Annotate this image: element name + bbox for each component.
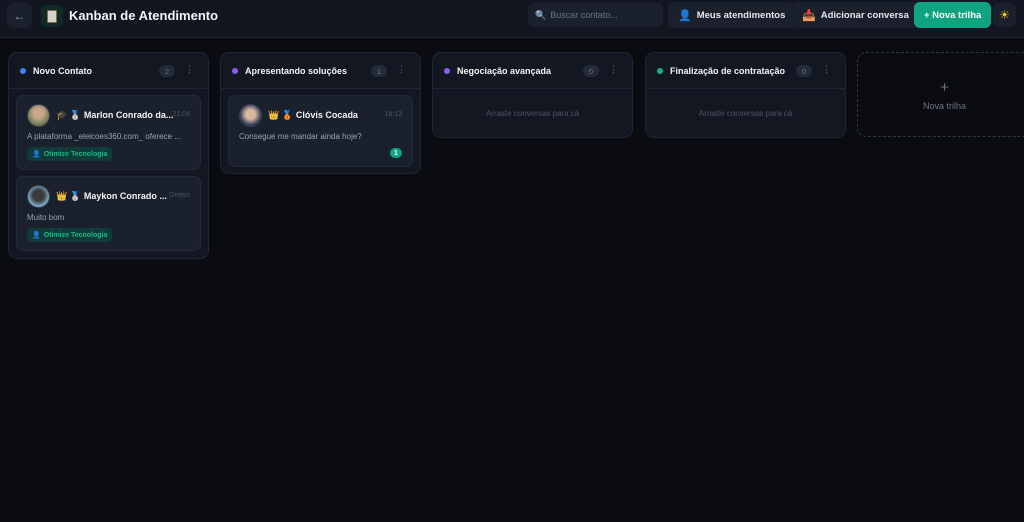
inbox-icon: 📥 [802,9,816,22]
contact-name: Clóvis Cocada [295,110,358,120]
add-conversation-button[interactable]: 📥 Adicionar conversa [792,2,919,28]
back-button[interactable]: ← [7,3,32,28]
column-finalizacao-contratacao: Finalização de contratação 0 ⋮ Arraste con… [645,52,846,138]
column-title: Negociação avançada [457,65,552,76]
timestamp: Ontem [168,192,190,199]
sun-icon: ☀ [999,8,1010,22]
timestamp: 21:04 [172,111,190,118]
company-tag: 👤 Otimize Tecnologia [27,228,113,242]
column-title: Novo Contato [33,65,92,76]
avatar [27,103,50,127]
column-novo-contato: Novo Contato 2 ⋮ 🎓 🥈 Marlon Conrado da... 2… [8,52,209,259]
column-title: Apresentando soluções [245,65,348,76]
timestamp: 18:13 [384,111,402,118]
unread-badge: 1 [390,148,402,158]
more-icon[interactable]: ⋮ [609,64,618,75]
search-input[interactable]: 🔍 Buscar contato... [528,3,663,27]
conversation-card[interactable]: 👑 🥉 Clóvis Cocada 18:13 Consegue me manda… [228,95,413,167]
clipboard-icon [41,5,63,27]
count-badge: 0 [583,65,599,77]
user-icon: 👤 [32,151,41,158]
avatar [27,184,50,208]
more-icon[interactable]: ⋮ [185,64,194,75]
status-dot [20,67,26,74]
plus-icon: + [940,78,949,96]
status-dot [657,67,663,74]
status-dot [232,67,238,74]
count-badge: 1 [371,65,387,77]
column-negociacao-avancada: Negociação avançada 0 ⋮ Arraste conversas … [432,52,633,138]
count-badge: 2 [159,65,175,77]
arrow-left-icon: ← [13,8,26,23]
count-badge: 0 [796,65,812,77]
conversation-card[interactable]: 🎓 🥈 Marlon Conrado da... 21:04 A platafor… [16,95,201,170]
company-tag: 👤 Otimize Tecnologia [27,147,113,161]
user-icon: 👤 [678,9,692,22]
user-icon: 👤 [32,232,41,239]
last-message: A plataforma _eleicoes360.com_ oferece .… [27,132,181,141]
badge-icons: 👑 🥉 [268,109,293,120]
empty-dropzone: Arraste conversas para cá [698,108,793,118]
last-message: Muito bom [27,213,65,222]
page-title: Kanban de Atendimento [69,8,219,23]
contact-name: Marlon Conrado da... [83,110,174,120]
new-track-column[interactable]: + Nova trilha [857,52,1024,137]
empty-dropzone: Arraste conversas para cá [485,108,580,118]
badge-icons: 👑 🥈 [56,190,81,201]
top-bar: ← Kanban de Atendimento 🔍 Buscar contato.… [0,0,1024,38]
status-dot [444,67,450,74]
search-icon: 🔍 [535,9,547,20]
more-icon[interactable]: ⋮ [397,64,406,75]
column-title: Finalização de contratação [670,65,786,76]
new-track-button[interactable]: + Nova trilha [914,2,992,28]
theme-toggle[interactable]: ☀ [993,3,1016,27]
contact-name: Maykon Conrado ... [83,191,167,201]
column-apresentando-solucoes: Apresentando soluções 1 ⋮ 👑 🥉 Clóvis Cocada… [220,52,421,174]
last-message: Consegue me mandar ainda hoje? [239,132,362,141]
more-icon[interactable]: ⋮ [822,64,831,75]
conversation-card[interactable]: 👑 🥈 Maykon Conrado ... Ontem Muito bom 👤 O… [16,176,201,251]
badge-icons: 🎓 🥈 [56,109,81,120]
my-attendances-button[interactable]: 👤 Meus atendimentos [668,2,796,28]
avatar [239,103,262,127]
